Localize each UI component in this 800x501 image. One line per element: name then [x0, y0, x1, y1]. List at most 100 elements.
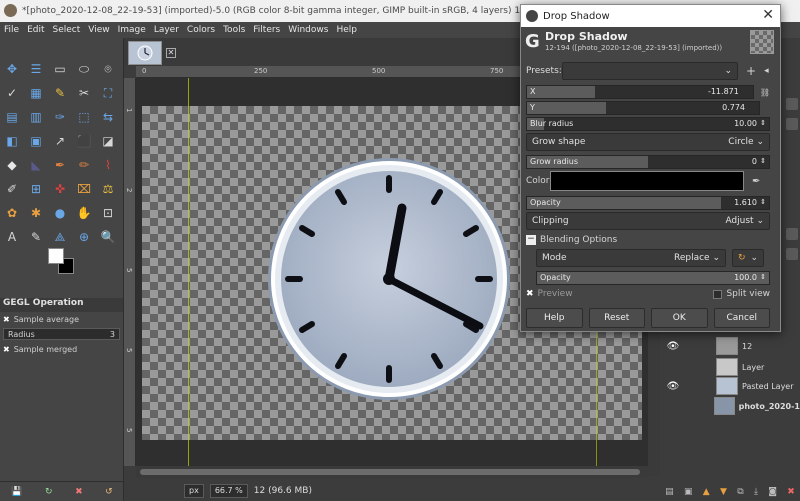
menu-image[interactable]: Image: [118, 25, 146, 35]
tool-icon-29[interactable]: ⚖: [99, 180, 117, 198]
tool-icon-38[interactable]: ⊕: [75, 228, 93, 246]
spin-arrows-icon[interactable]: ⇕: [760, 273, 766, 281]
tool-icon-16[interactable]: ▣: [27, 132, 45, 150]
tool-icon-30[interactable]: ✿: [3, 204, 21, 222]
tool-icon-32[interactable]: ●: [51, 204, 69, 222]
tool-icon-9[interactable]: ⛶: [99, 84, 117, 102]
spin-arrows-icon[interactable]: ⇕: [760, 119, 766, 127]
tool-icon-25[interactable]: ✐: [3, 180, 21, 198]
preset-menu-icon[interactable]: ◂: [764, 66, 769, 76]
dock-scroll-icon[interactable]: [786, 98, 798, 110]
tool-icon-34[interactable]: ⊡: [99, 204, 117, 222]
mode-dropdown[interactable]: Mode Replace ⌄: [536, 249, 726, 267]
tool-icon-0[interactable]: ✥: [3, 60, 21, 78]
layer-row[interactable]: Layer: [660, 357, 800, 377]
collapse-icon[interactable]: −: [526, 235, 536, 245]
radius-spinner[interactable]: Radius 3: [3, 328, 120, 340]
tool-icon-7[interactable]: ✎: [51, 84, 69, 102]
tool-icon-8[interactable]: ✂: [75, 84, 93, 102]
eye-icon[interactable]: 👁: [660, 381, 686, 392]
dock-config-icon[interactable]: [786, 118, 798, 130]
tool-icon-11[interactable]: ▥: [27, 108, 45, 126]
sample-merged-option[interactable]: ✖ Sample merged: [0, 342, 123, 356]
tool-icon-1[interactable]: ☰: [27, 60, 45, 78]
tool-icon-19[interactable]: ◪: [99, 132, 117, 150]
y-slider[interactable]: Y 0.774: [526, 101, 760, 115]
x-slider[interactable]: X -11.871: [526, 85, 754, 99]
menu-filters[interactable]: Filters: [253, 25, 280, 35]
horizontal-scrollbar[interactable]: [136, 466, 648, 478]
scrollbar-thumb[interactable]: [140, 469, 640, 475]
tool-icon-24[interactable]: ⌇: [99, 156, 117, 174]
menu-help[interactable]: Help: [336, 25, 357, 35]
tool-icon-27[interactable]: ✜: [51, 180, 69, 198]
image-tab-thumbnail[interactable]: [128, 41, 162, 65]
clipping-dropdown[interactable]: Clipping Adjust ⌄: [526, 212, 770, 230]
fg-bg-colors[interactable]: [48, 248, 76, 276]
raise-layer-icon[interactable]: ▲: [703, 487, 710, 497]
tool-icon-12[interactable]: ✑: [51, 108, 69, 126]
delete-icon[interactable]: ✖: [75, 487, 83, 497]
grow-shape-dropdown[interactable]: Grow shape Circle ⌄: [526, 133, 770, 151]
spin-arrows-icon[interactable]: ⇕: [760, 157, 766, 165]
checkbox-checked-icon[interactable]: ✖: [3, 315, 10, 324]
tool-icon-35[interactable]: A: [3, 228, 21, 246]
split-view-checkbox[interactable]: [713, 289, 723, 299]
tool-icon-10[interactable]: ▤: [3, 108, 21, 126]
preview-checkbox-icon[interactable]: ✖: [526, 289, 534, 299]
delete-layer-icon[interactable]: ✖: [787, 487, 795, 497]
tool-icon-4[interactable]: ⌾: [99, 60, 117, 78]
checkbox-checked-icon[interactable]: ✖: [3, 345, 10, 354]
layer-row[interactable]: 👁 Pasted Layer: [660, 376, 800, 396]
save-preset-icon[interactable]: 💾: [11, 487, 22, 497]
tool-icon-2[interactable]: ▭: [51, 60, 69, 78]
reset-icon[interactable]: ↺: [105, 487, 113, 497]
menu-select[interactable]: Select: [53, 25, 81, 35]
menu-view[interactable]: View: [88, 25, 109, 35]
dock-lock-icon[interactable]: [786, 248, 798, 260]
unit-selector[interactable]: px: [184, 483, 204, 498]
reset-button[interactable]: Reset: [588, 308, 645, 328]
blur-radius-slider[interactable]: Blur radius 10.00 ⇕: [526, 117, 770, 131]
menu-layer[interactable]: Layer: [154, 25, 179, 35]
tool-icon-26[interactable]: ⊞: [27, 180, 45, 198]
presets-dropdown[interactable]: ⌄: [562, 62, 738, 80]
help-button[interactable]: Help: [526, 308, 583, 328]
tool-icon-18[interactable]: ⬛: [75, 132, 93, 150]
ok-button[interactable]: OK: [651, 308, 708, 328]
lower-layer-icon[interactable]: ▼: [720, 487, 727, 497]
tool-icon-31[interactable]: ✱: [27, 204, 45, 222]
shadow-color-button[interactable]: [550, 171, 744, 191]
new-group-icon[interactable]: ▣: [684, 487, 693, 497]
tool-icon-6[interactable]: ▦: [27, 84, 45, 102]
duplicate-layer-icon[interactable]: ⧉: [737, 487, 743, 497]
tool-icon-21[interactable]: ◣: [27, 156, 45, 174]
tool-icon-23[interactable]: ✏: [75, 156, 93, 174]
chain-link-icon[interactable]: ⛓: [760, 88, 770, 97]
tool-icon-5[interactable]: ✓: [3, 84, 21, 102]
tool-icon-15[interactable]: ◧: [3, 132, 21, 150]
menu-colors[interactable]: Colors: [187, 25, 215, 35]
tool-icon-13[interactable]: ⬚: [75, 108, 93, 126]
tool-icon-28[interactable]: ⌧: [75, 180, 93, 198]
tool-icon-17[interactable]: ↗: [51, 132, 69, 150]
tool-icon-3[interactable]: ⬭: [75, 60, 93, 78]
layer-row[interactable]: 👁 12: [660, 336, 800, 356]
mask-icon[interactable]: ◙: [768, 487, 777, 497]
add-preset-icon[interactable]: +: [746, 64, 756, 78]
composite-mode-dropdown[interactable]: ↻ ⌄: [732, 249, 764, 267]
tool-icon-39[interactable]: 🔍: [99, 228, 117, 246]
merge-layer-icon[interactable]: ⤓: [754, 487, 758, 497]
foreground-color-swatch[interactable]: [48, 248, 64, 264]
color-picker-icon[interactable]: ✒: [752, 176, 760, 187]
tool-icon-37[interactable]: ⟁: [51, 228, 69, 246]
grow-radius-slider[interactable]: Grow radius 0 ⇕: [526, 155, 770, 169]
blending-options-row[interactable]: − Blending Options: [526, 235, 770, 245]
tool-icon-20[interactable]: ◆: [3, 156, 21, 174]
new-layer-icon[interactable]: ▤: [665, 487, 674, 497]
dock-chain-icon[interactable]: [786, 228, 798, 240]
tool-icon-33[interactable]: ✋: [75, 204, 93, 222]
close-icon[interactable]: ✕: [762, 7, 774, 23]
sample-average-option[interactable]: ✖ Sample average: [0, 312, 123, 326]
spin-arrows-icon[interactable]: ⇕: [760, 198, 766, 206]
